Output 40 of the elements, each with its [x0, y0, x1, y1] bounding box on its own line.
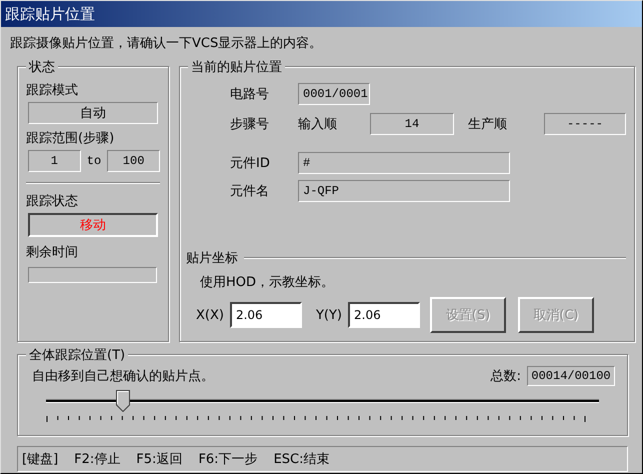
total-field: 00014/00100: [527, 366, 615, 386]
field-label: 元件ID: [230, 155, 271, 172]
keyboard-label: [键盘]: [22, 451, 58, 468]
y-label: Y(Y): [316, 308, 342, 322]
field-label: 输入顺: [298, 116, 338, 133]
x-label: X(X): [196, 308, 224, 322]
field-label: 元件名: [230, 183, 270, 200]
y-input[interactable]: 2.06: [348, 302, 420, 328]
field-label: 跟踪状态: [26, 193, 78, 210]
range-from-field: 1: [28, 150, 81, 172]
field-label: 跟踪模式: [26, 82, 78, 99]
tracking-state-field: 移动: [28, 213, 158, 237]
field-label: 跟踪范围(步骤): [26, 130, 114, 147]
part-name-field: J-QFP: [298, 180, 510, 202]
window-title: 跟踪贴片位置: [1, 1, 642, 27]
shortcut-hint: F2:停止: [74, 451, 120, 468]
mode-field: 自动: [28, 102, 158, 124]
range-to-label: to: [86, 154, 102, 168]
field-label: 步骤号: [230, 116, 270, 133]
coords-hint: 使用HOD，示教坐标。: [200, 274, 334, 291]
input-order-field: 14: [370, 113, 454, 135]
shortcut-hint: ESC:结束: [274, 451, 330, 468]
total-label: 总数:: [490, 368, 521, 385]
part-id-field: #: [298, 152, 510, 174]
shortcut-hint: F5:返回: [136, 451, 182, 468]
group-title: 全体跟踪位置(T): [26, 346, 128, 364]
x-input[interactable]: 2.06: [230, 302, 302, 328]
production-order-field: -----: [544, 113, 626, 135]
instruction-text: 跟踪摄像贴片位置，请确认一下VCS显示器上的内容。: [10, 35, 324, 52]
slider-thumb[interactable]: [116, 390, 130, 412]
section-title: 贴片坐标: [186, 250, 238, 267]
group-title: 当前的贴片位置: [188, 58, 285, 76]
circuit-field: 0001/0001: [298, 83, 370, 105]
field-label: 生产顺: [468, 116, 508, 133]
shortcut-hint: F6:下一步: [198, 451, 258, 468]
field-label: 电路号: [230, 86, 270, 103]
range-to-field: 100: [107, 150, 160, 172]
group-title: 状态: [26, 58, 58, 76]
hint-text: 自由移到自己想确认的贴片点。: [32, 368, 214, 385]
field-label: 剩余时间: [26, 244, 78, 261]
